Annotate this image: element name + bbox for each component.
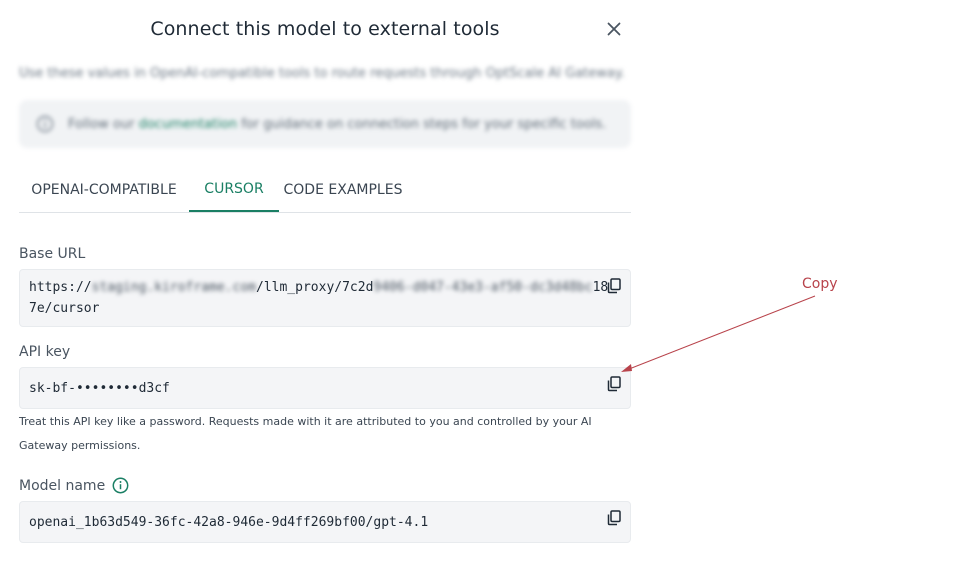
model-name-label: Model name — [19, 477, 129, 494]
tab-code-examples[interactable]: CODE EXAMPLES — [279, 168, 407, 211]
documentation-link[interactable]: documentation — [139, 117, 237, 132]
info-prefix: Follow our — [68, 116, 135, 132]
info-icon[interactable] — [112, 477, 129, 494]
connect-dialog: Connect this model to external tools Use… — [19, 0, 631, 565]
close-button[interactable] — [603, 18, 625, 40]
model-name-label-text: Model name — [19, 477, 106, 494]
api-key-label: API key — [19, 344, 71, 360]
dialog-title: Connect this model to external tools — [150, 18, 500, 40]
tab-openai-compatible[interactable]: OPENAI-COMPATIBLE — [19, 168, 189, 211]
base-url-label: Base URL — [19, 246, 86, 262]
model-name-value: openai_1b63d549-36fc-42a8-946e-9d4ff269b… — [29, 515, 429, 530]
info-banner: Follow our documentation for guidance on… — [19, 100, 631, 148]
base-url-scheme: https:// — [29, 280, 92, 295]
api-key-value: sk-bf-••••••••d3cf — [29, 381, 170, 396]
info-icon — [36, 115, 54, 133]
info-text: Follow our documentation for guidance on… — [68, 117, 606, 132]
model-name-field[interactable]: openai_1b63d549-36fc-42a8-946e-9d4ff269b… — [19, 501, 631, 543]
base-url-id-redacted: 9406-d047-43e3-af50-dc3d48bc — [373, 280, 593, 295]
base-url-value: https://staging.kiroframe.com/llm_proxy/… — [29, 277, 608, 319]
base-url-id-end: 18 — [592, 280, 609, 295]
copy-icon[interactable] — [607, 278, 621, 294]
info-suffix: for guidance on connection steps for you… — [241, 116, 607, 132]
copy-icon[interactable] — [607, 376, 621, 392]
base-url-host-redacted: staging.kiroframe.com — [91, 280, 256, 295]
copy-icon[interactable] — [607, 510, 621, 526]
base-url-field[interactable]: https://staging.kiroframe.com/llm_proxy/… — [19, 269, 631, 327]
api-key-help-text: Treat this API key like a password. Requ… — [19, 415, 592, 452]
base-url-suffix: 7e/cursor — [29, 301, 100, 316]
copy-annotation-label: Copy — [802, 276, 838, 292]
close-icon — [607, 22, 621, 36]
api-key-field[interactable]: sk-bf-••••••••d3cf — [19, 367, 631, 409]
dialog-subtitle: Use these values in OpenAI-compatible to… — [19, 66, 625, 81]
base-url-path: /llm_proxy/7c2d — [256, 280, 374, 295]
tab-bar: OPENAI-COMPATIBLE CURSOR CODE EXAMPLES — [19, 168, 631, 213]
tab-cursor[interactable]: CURSOR — [189, 168, 279, 212]
